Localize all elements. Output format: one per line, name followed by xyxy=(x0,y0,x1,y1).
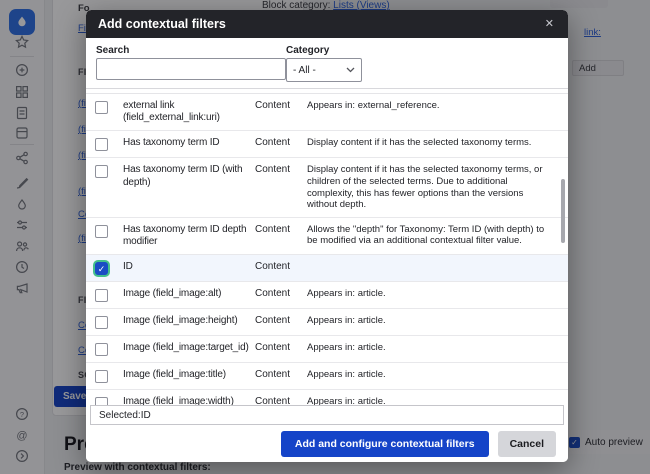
row-checkbox[interactable] xyxy=(95,316,108,329)
row-checkbox-cell xyxy=(86,390,123,405)
dialog-filter-bar: Search Category - All - xyxy=(86,38,568,88)
add-and-configure-button[interactable]: Add and configure contextual filters xyxy=(281,431,489,457)
filter-description: Appears in: article. xyxy=(307,363,568,387)
row-checkbox[interactable] xyxy=(95,370,108,383)
filter-category: Content xyxy=(255,131,307,155)
row-checkbox-cell xyxy=(86,336,123,362)
filter-category: Content xyxy=(255,94,307,118)
row-checkbox-cell xyxy=(86,218,123,244)
selected-summary: Selected:ID xyxy=(90,405,564,425)
table-row[interactable]: Image (field_image:width) Content Appear… xyxy=(86,390,568,405)
filter-name: external link (field_external_link:uri) xyxy=(123,94,255,130)
table-row[interactable]: Has taxonomy term ID Content Display con… xyxy=(86,131,568,158)
row-checkbox-cell xyxy=(86,131,123,157)
table-row[interactable]: Has taxonomy term ID (with depth) Conten… xyxy=(86,158,568,217)
table-row[interactable]: Image (field_image:alt) Content Appears … xyxy=(86,282,568,309)
table-row[interactable]: Has taxonomy term ID depth modifier Cont… xyxy=(86,218,568,255)
filter-name: Image (field_image:target_id) xyxy=(123,336,255,360)
row-checkbox[interactable] xyxy=(95,343,108,356)
table-scrollbar[interactable] xyxy=(561,179,565,243)
category-label: Category xyxy=(286,45,329,56)
search-input[interactable] xyxy=(96,58,286,80)
filter-name: Image (field_image:height) xyxy=(123,309,255,333)
row-checkbox-cell xyxy=(86,158,123,184)
row-checkbox[interactable] xyxy=(95,397,108,405)
filter-name: ID xyxy=(123,255,255,279)
row-checkbox-cell xyxy=(86,94,123,120)
filter-description xyxy=(307,255,568,267)
filter-description: Appears in: article. xyxy=(307,309,568,333)
filter-category: Content xyxy=(255,309,307,333)
table-row[interactable]: ✓ ID Content xyxy=(86,255,568,282)
filter-name: Has taxonomy term ID depth modifier xyxy=(123,218,255,254)
category-select[interactable]: - All - xyxy=(286,58,362,82)
filter-name: Image (field_image:alt) xyxy=(123,282,255,306)
category-selected-value: - All - xyxy=(293,65,316,76)
close-icon[interactable]: ✕ xyxy=(543,17,556,32)
filter-description: Appears in: external_reference. xyxy=(307,94,568,118)
table-row[interactable]: Image (field_image:target_id) Content Ap… xyxy=(86,336,568,363)
row-checkbox-cell xyxy=(86,363,123,389)
row-checkbox[interactable] xyxy=(95,289,108,302)
filter-category: Content xyxy=(255,282,307,306)
row-checkbox-cell: ✓ xyxy=(86,255,123,281)
filter-name: Image (field_image:width) xyxy=(123,390,255,405)
row-checkbox-cell xyxy=(86,309,123,335)
filter-description: Display content if it has the selected t… xyxy=(307,158,568,216)
row-checkbox[interactable] xyxy=(95,138,108,151)
filter-description: Display content if it has the selected t… xyxy=(307,131,568,155)
filter-category: Content xyxy=(255,218,307,242)
dialog-title: Add contextual filters xyxy=(98,17,226,31)
row-checkbox[interactable] xyxy=(95,225,108,238)
dialog-header: Add contextual filters ✕ xyxy=(86,10,568,38)
filter-category: Content xyxy=(255,158,307,182)
filter-name: Has taxonomy term ID (with depth) xyxy=(123,158,255,194)
chevron-down-icon xyxy=(346,67,355,73)
filter-description: Appears in: article. xyxy=(307,282,568,306)
filter-description: Allows the "depth" for Taxonomy: Term ID… xyxy=(307,218,568,253)
row-checkbox[interactable] xyxy=(95,101,108,114)
row-checkbox[interactable]: ✓ xyxy=(95,262,108,275)
screen: ? @ Block category: Lists (Views) Fo Fi … xyxy=(0,0,650,474)
table-row[interactable]: Image (field_image:title) Content Appear… xyxy=(86,363,568,390)
filters-table-body: external link (field_external_link:uri) … xyxy=(86,94,568,405)
filter-description: Appears in: article. xyxy=(307,336,568,360)
search-label: Search xyxy=(96,45,129,56)
dialog-footer: Add and configure contextual filters Can… xyxy=(86,425,568,462)
table-row[interactable]: external link (field_external_link:uri) … xyxy=(86,94,568,131)
cancel-button[interactable]: Cancel xyxy=(498,431,556,457)
filters-table: external link (field_external_link:uri) … xyxy=(86,88,568,405)
filter-name: Has taxonomy term ID xyxy=(123,131,255,155)
filter-description: Appears in: article. xyxy=(307,390,568,405)
row-checkbox[interactable] xyxy=(95,165,108,178)
row-checkbox-cell xyxy=(86,282,123,308)
filter-category: Content xyxy=(255,363,307,387)
filter-name: Image (field_image:title) xyxy=(123,363,255,387)
add-contextual-filters-dialog: Add contextual filters ✕ Search Category… xyxy=(86,10,568,462)
table-row[interactable]: Image (field_image:height) Content Appea… xyxy=(86,309,568,336)
filter-category: Content xyxy=(255,336,307,360)
filter-category: Content xyxy=(255,390,307,405)
filter-category: Content xyxy=(255,255,307,279)
